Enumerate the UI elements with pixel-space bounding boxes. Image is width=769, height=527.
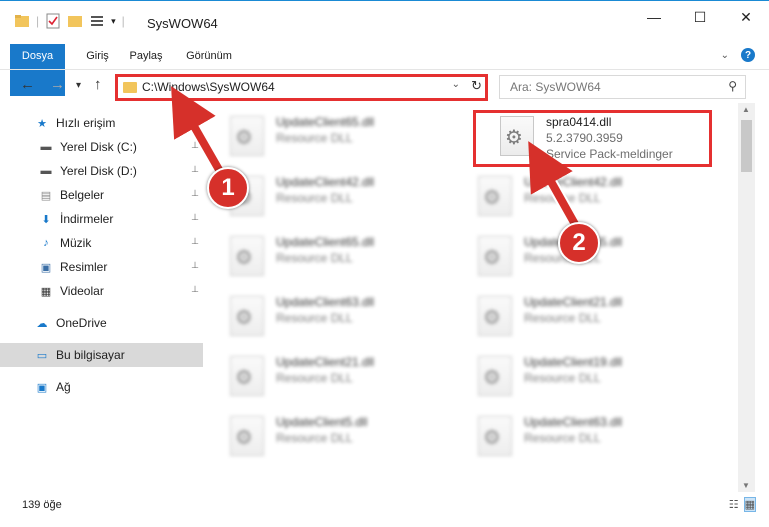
step-marker-1: 1 <box>207 167 249 209</box>
step-marker-2: 2 <box>558 222 600 264</box>
arrow-1 <box>171 86 226 177</box>
annotation-arrows <box>171 86 582 229</box>
arrow-2 <box>528 141 580 228</box>
